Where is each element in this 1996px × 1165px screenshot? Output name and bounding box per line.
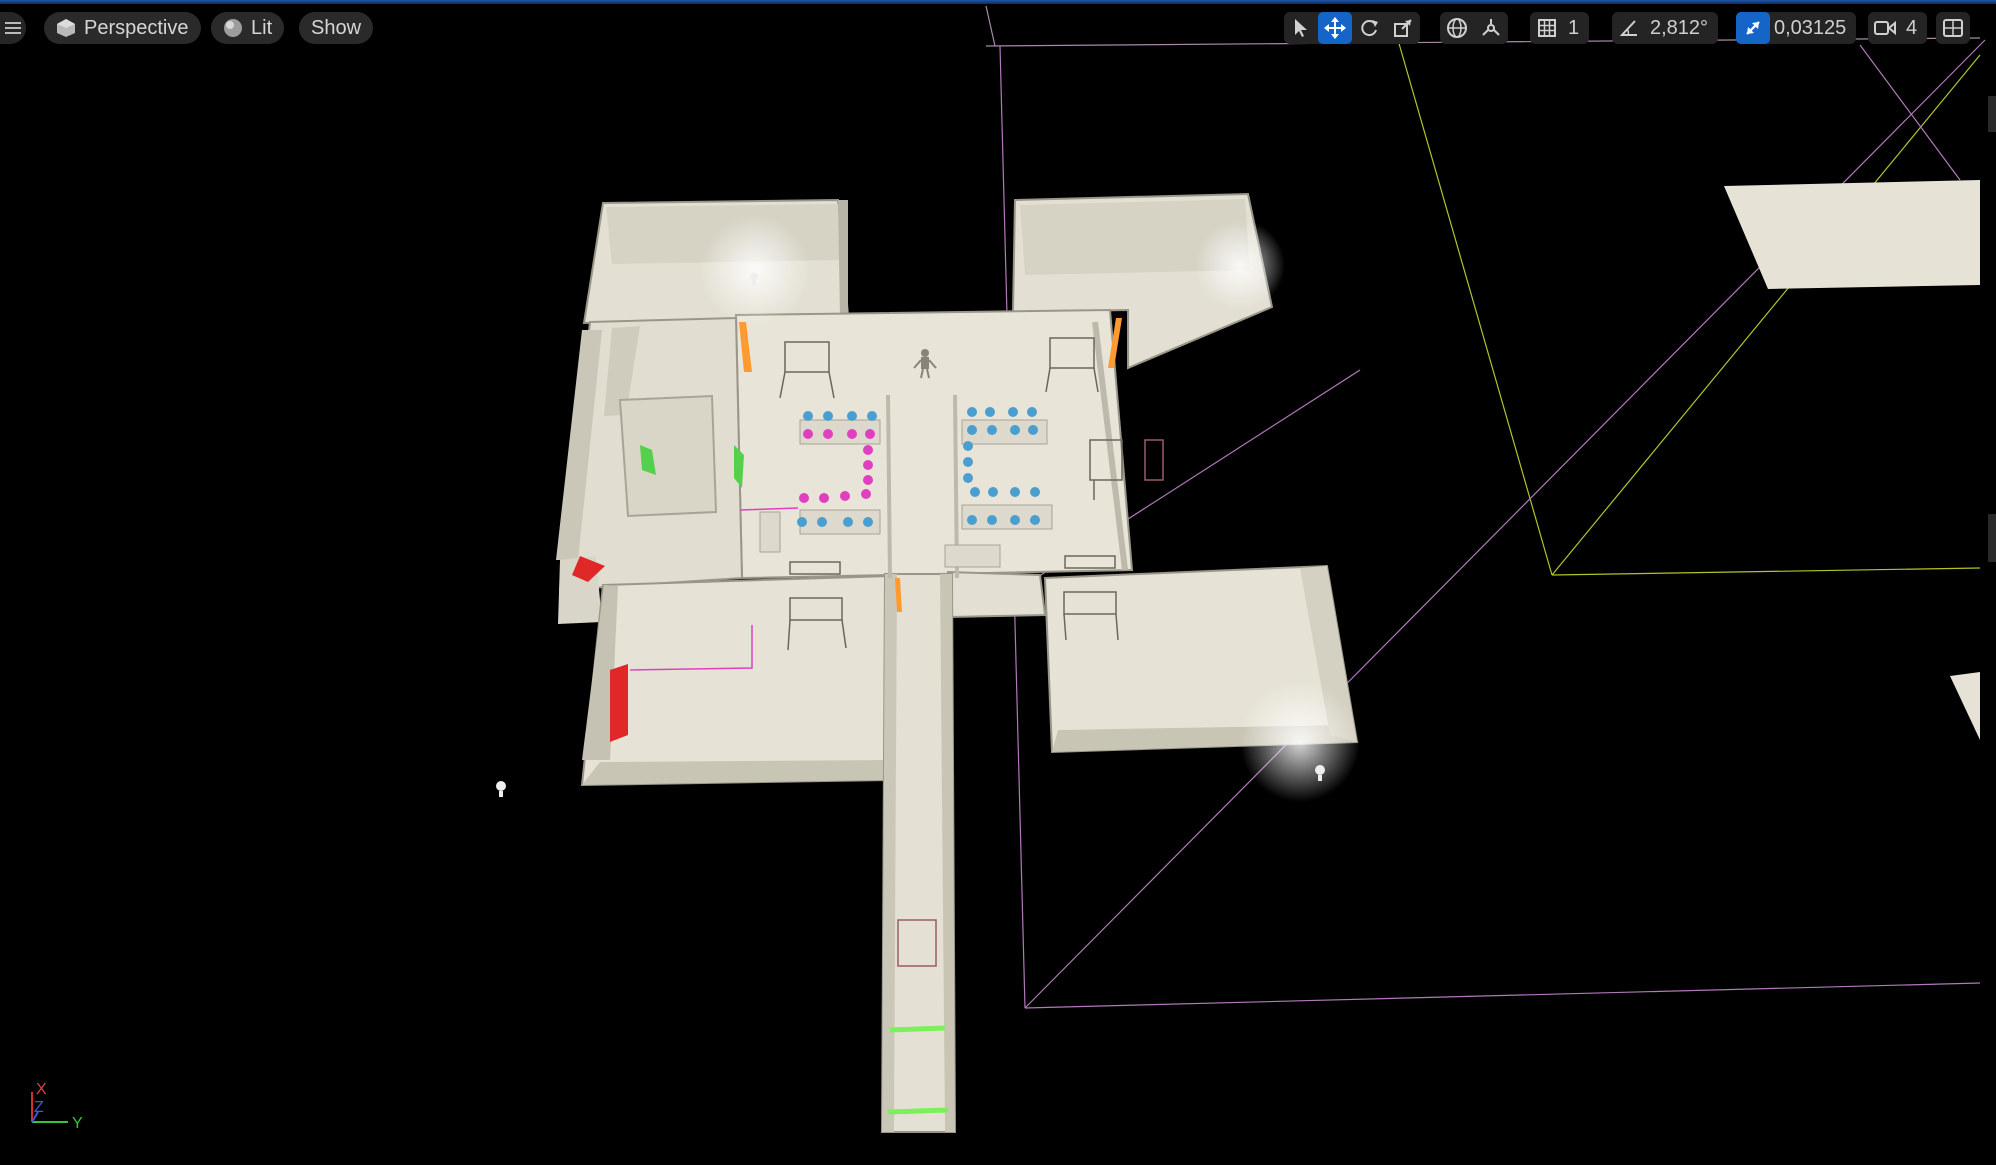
view-mode-label: Perspective — [84, 16, 189, 39]
grid-snap-toggle[interactable] — [1530, 12, 1564, 44]
lighting-mode-dropdown[interactable]: Lit — [211, 12, 285, 44]
rotation-snap-group[interactable]: 2,812° — [1612, 12, 1719, 44]
axis-z-label: Z — [34, 1099, 44, 1116]
bounds-lines — [985, 5, 1986, 1009]
translate-tool-button[interactable] — [1318, 12, 1352, 44]
grid-snap-group[interactable]: 1 — [1530, 12, 1590, 44]
scale-tool-button[interactable] — [1386, 12, 1420, 44]
hamburger-menu-icon — [5, 22, 21, 34]
rotation-snap-toggle[interactable] — [1612, 12, 1646, 44]
axis-indicator: X Z Y — [24, 1078, 94, 1138]
select-tool-button[interactable] — [1284, 12, 1318, 44]
angle-icon — [1619, 20, 1637, 36]
level-viewport[interactable]: Perspective Lit Show 1 2,812° 0,03125 4 … — [0, 0, 1996, 1165]
axis-y-label: Y — [72, 1115, 83, 1132]
lighting-mode-label: Lit — [251, 16, 273, 39]
panel-scroll-handle[interactable] — [1988, 514, 1996, 562]
camera-speed-button[interactable] — [1868, 12, 1902, 44]
cube-icon — [56, 18, 76, 38]
viewport-layout-group — [1936, 12, 1970, 44]
light-glow — [1240, 682, 1360, 802]
axis-x-label: X — [36, 1081, 47, 1098]
surface-snap-button[interactable] — [1474, 12, 1508, 44]
viewport-layout-icon — [1943, 19, 1963, 37]
viewport-layout-button[interactable] — [1936, 12, 1970, 44]
surface-snap-icon — [1482, 19, 1500, 36]
scale-snap-group[interactable]: 0,03125 — [1736, 12, 1857, 44]
light-glow — [700, 215, 810, 325]
transform-tools-group — [1284, 12, 1420, 44]
move-arrows-icon — [1324, 17, 1346, 39]
cursor-arrow-icon — [1295, 19, 1307, 37]
globe-icon — [1447, 18, 1467, 38]
light-glow — [1195, 220, 1285, 310]
scale-icon — [1394, 19, 1412, 37]
show-label: Show — [311, 16, 362, 39]
scale-arrow-icon — [1746, 21, 1760, 35]
world-space-button[interactable] — [1440, 12, 1474, 44]
show-flags-dropdown[interactable]: Show — [299, 12, 374, 44]
level-scene[interactable] — [0, 0, 1996, 1165]
camera-speed-value[interactable]: 4 — [1902, 17, 1927, 40]
floating-slab — [1724, 180, 1980, 289]
rotate-icon — [1361, 20, 1378, 37]
rotation-snap-value[interactable]: 2,812° — [1646, 17, 1718, 40]
grid-icon — [1538, 19, 1556, 37]
coordinate-space-group — [1440, 12, 1508, 44]
scale-snap-toggle[interactable] — [1736, 12, 1770, 44]
sphere-icon — [223, 18, 243, 38]
camera-icon — [1874, 20, 1896, 36]
rotate-tool-button[interactable] — [1352, 12, 1386, 44]
panel-collapse-handle[interactable] — [1988, 96, 1996, 132]
camera-speed-group[interactable]: 4 — [1868, 12, 1928, 44]
view-mode-dropdown[interactable]: Perspective — [44, 12, 201, 44]
scale-snap-value[interactable]: 0,03125 — [1770, 17, 1856, 40]
grid-snap-value[interactable]: 1 — [1564, 17, 1589, 40]
building-model[interactable] — [556, 192, 1359, 1133]
point-light-icon[interactable] — [496, 781, 506, 797]
floating-slab-small — [1950, 672, 1980, 740]
